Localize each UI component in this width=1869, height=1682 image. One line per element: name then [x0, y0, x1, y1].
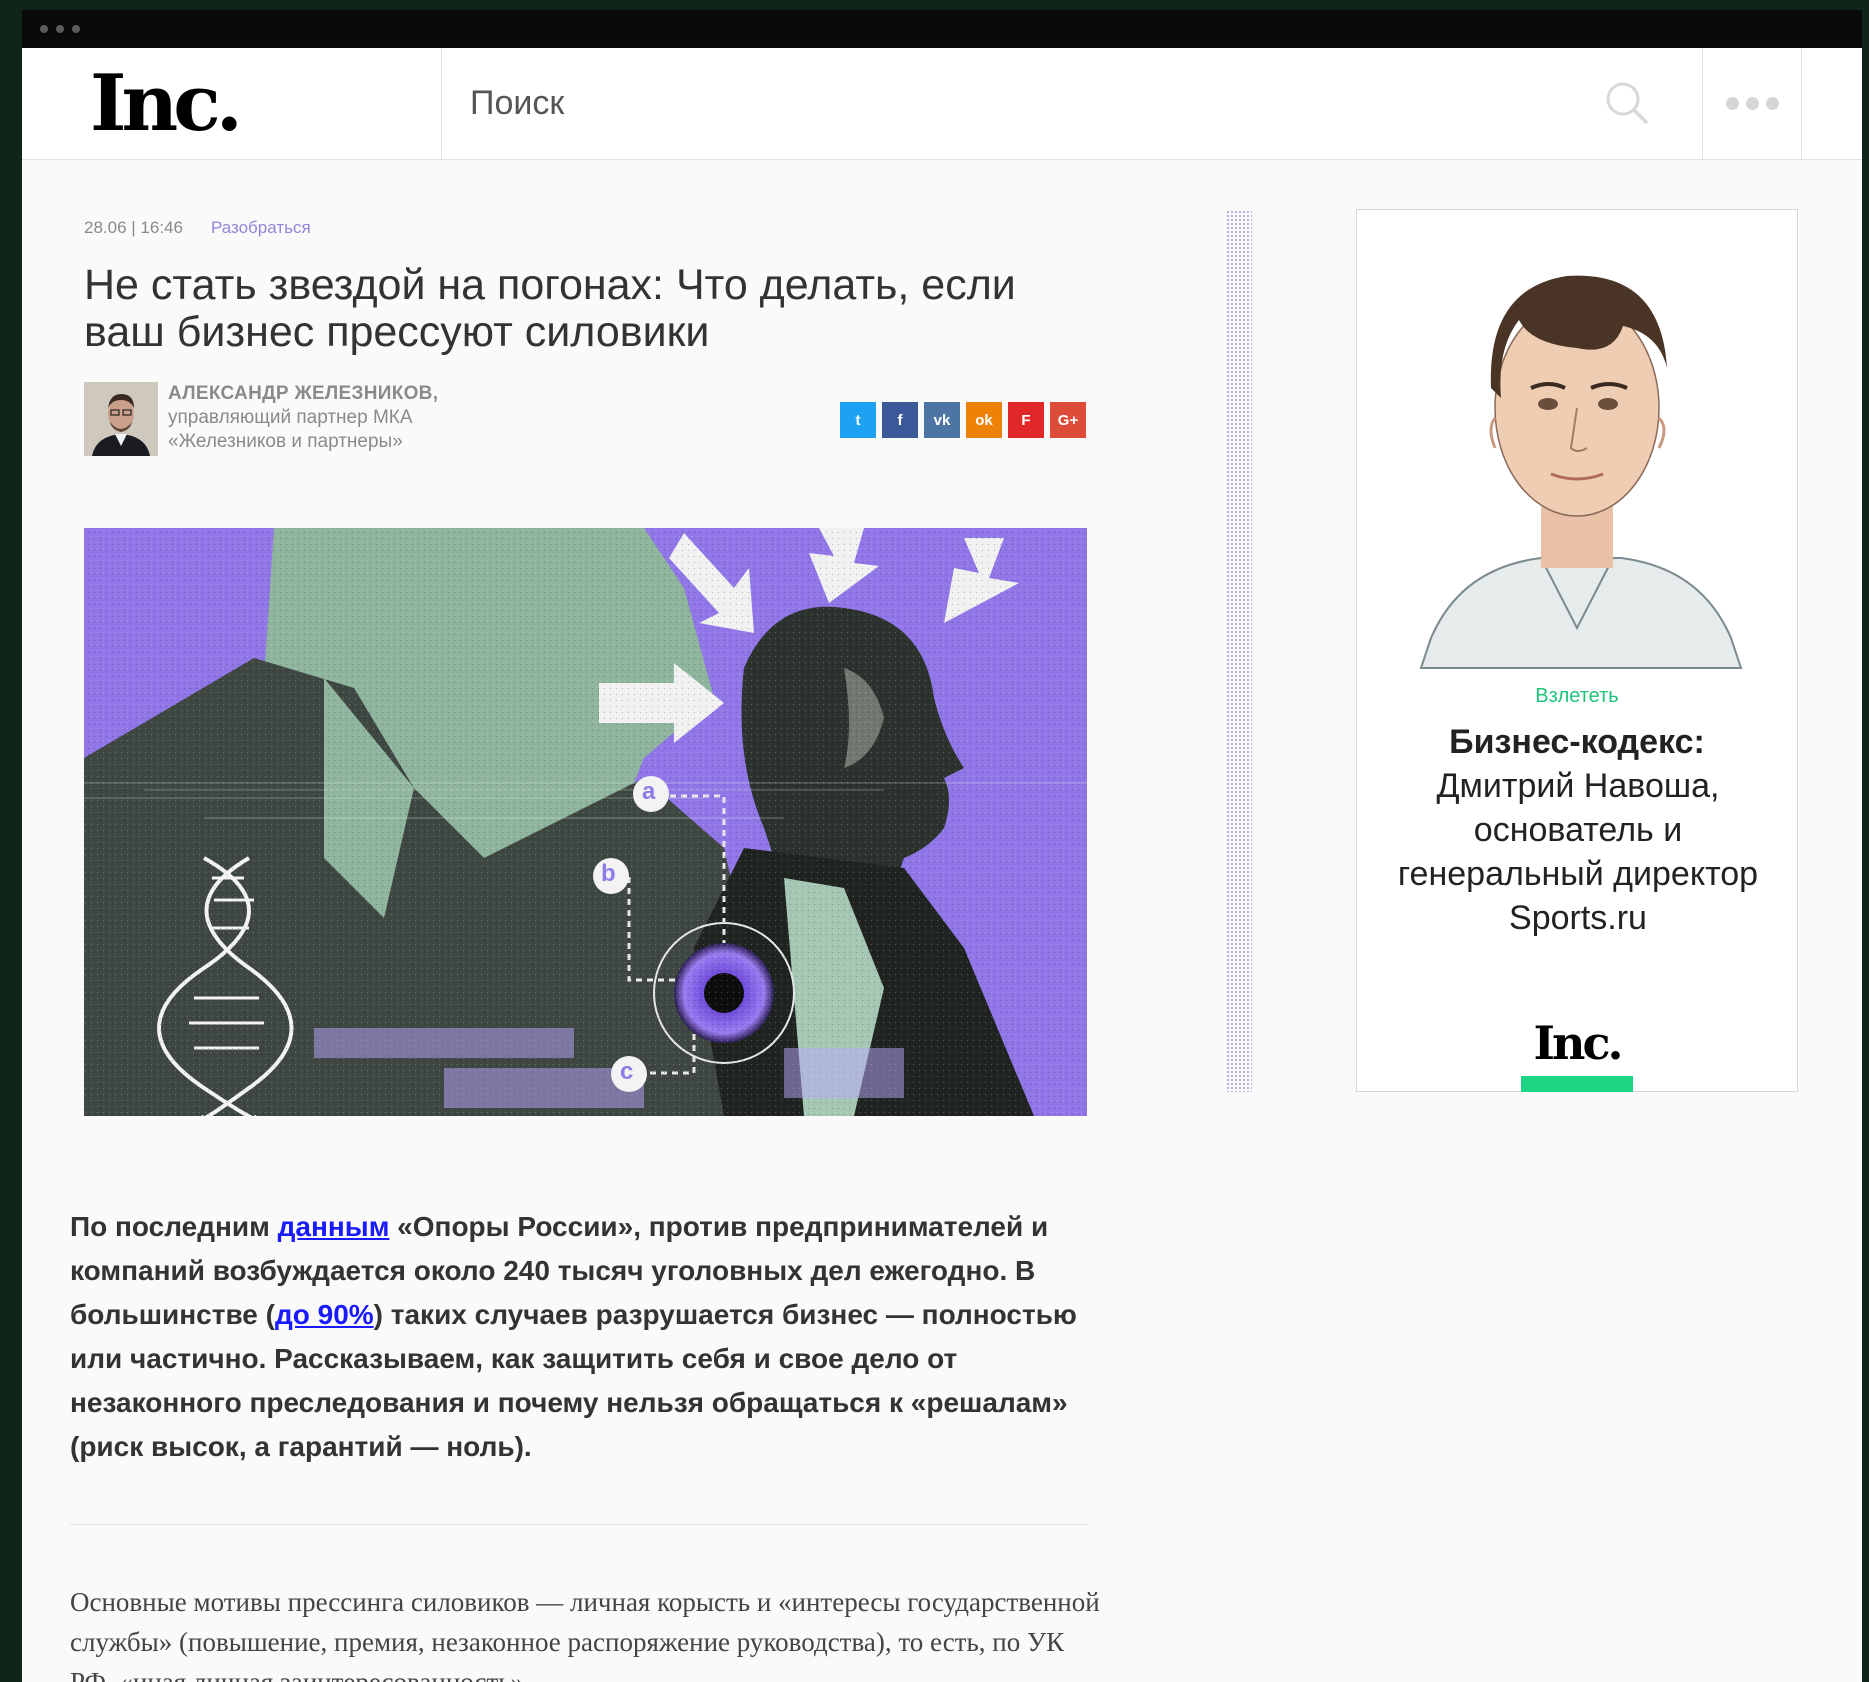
promo-inc-logo: Inc. — [1533, 1016, 1624, 1070]
article-meta: 28.06 | 16:46 Разобраться — [84, 218, 311, 238]
window-dot[interactable] — [40, 25, 48, 33]
window-titlebar — [22, 10, 1862, 48]
odnoklassniki-icon: ok — [975, 411, 993, 429]
top-navigation: Inc. — [22, 48, 1862, 160]
author-info: АЛЕКСАНДР ЖЕЛЕЗНИКОВ, управляющий партне… — [168, 382, 438, 454]
vk-icon: vk — [933, 411, 951, 429]
flipboard-icon: F — [1021, 411, 1031, 429]
window-dot[interactable] — [56, 25, 64, 33]
hero-label-c: c — [620, 1058, 634, 1085]
article-rubric-link[interactable]: Разобраться — [211, 218, 311, 238]
more-menu-button[interactable] — [1702, 48, 1802, 159]
dot-icon — [1765, 97, 1779, 110]
browser-window: Inc. 28.06 | 16:46 Разобраться Не стать … — [22, 10, 1862, 1682]
promo-accent-bar — [1521, 1076, 1633, 1092]
data-source-link[interactable]: данным — [278, 1211, 390, 1242]
author-company: «Железников и партнеры» — [168, 431, 403, 452]
promo-rubric: Взлететь — [1535, 685, 1619, 707]
author-name[interactable]: АЛЕКСАНДР ЖЕЛЕЗНИКОВ, — [168, 382, 438, 406]
lead-text: По последним — [70, 1211, 278, 1242]
search-input[interactable] — [470, 84, 1370, 123]
dot-icon — [1725, 97, 1739, 110]
facebook-icon: f — [897, 411, 903, 429]
search-bar — [442, 48, 1702, 159]
section-divider — [70, 1524, 1088, 1525]
twitter-share-button[interactable]: t — [840, 402, 876, 438]
googleplus-icon: G+ — [1057, 411, 1079, 429]
promo-title: Бизнес-кодекс: — [1449, 723, 1705, 761]
sidebar-promo-card[interactable]: Взлететь Бизнес-кодекс: Дмитрий Навоша, … — [1356, 209, 1798, 1092]
article-lead: По последним данным «Опоры России», прот… — [70, 1205, 1100, 1469]
googleplus-share-button[interactable]: G+ — [1050, 402, 1086, 438]
article-hero-image: a b c — [84, 528, 1087, 1116]
hero-label-a: a — [642, 778, 656, 805]
odnoklassniki-share-button[interactable]: ok — [966, 402, 1002, 438]
dot-icon — [1745, 97, 1759, 110]
twitter-icon: t — [855, 411, 861, 429]
window-dot[interactable] — [72, 25, 80, 33]
article-body-paragraph: Основные мотивы прессинга силовиков — ли… — [70, 1587, 1100, 1682]
flipboard-share-button[interactable]: F — [1008, 402, 1044, 438]
logo-cell: Inc. — [22, 48, 442, 159]
facebook-share-button[interactable]: f — [882, 402, 918, 438]
search-icon[interactable] — [1604, 80, 1650, 126]
decorative-dot-strip — [1226, 210, 1252, 1092]
author-avatar[interactable] — [84, 382, 158, 456]
author-role: управляющий партнер МКА — [168, 407, 413, 428]
share-buttons: t f vk ok F G+ — [840, 402, 1086, 438]
hero-label-b: b — [601, 860, 616, 887]
article-title: Не стать звездой на погонах: Что делать,… — [84, 261, 1016, 356]
promo-description: Дмитрий Навоша, основатель и генеральный… — [1397, 767, 1759, 937]
vk-share-button[interactable]: vk — [924, 402, 960, 438]
percent-source-link[interactable]: до 90% — [275, 1299, 374, 1330]
article-date: 28.06 | 16:46 — [84, 218, 183, 237]
inc-logo[interactable]: Inc. — [90, 64, 243, 143]
